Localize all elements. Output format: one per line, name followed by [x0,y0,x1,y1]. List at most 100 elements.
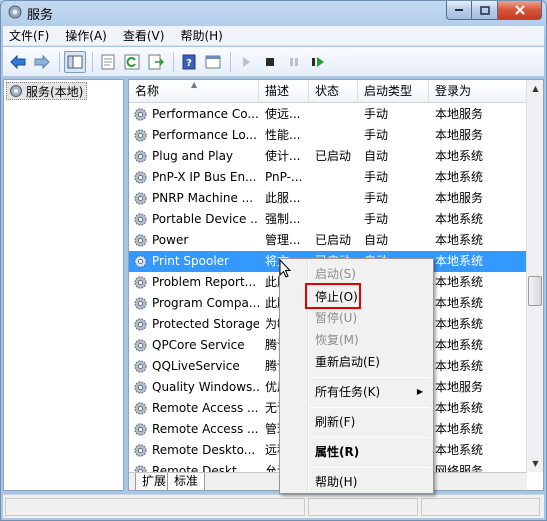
service-startup-type-cell: 手动 [364,212,389,226]
properties-button[interactable] [97,51,119,73]
service-name: Print Spooler [152,254,229,268]
service-name-cell: QQLiveService [129,356,259,377]
table-row[interactable]: Performance Co... 使远... 手动 本地服务 [129,104,527,125]
export-button[interactable] [145,51,167,73]
start-service-button[interactable] [235,51,257,73]
column-header-label: 描述 [265,84,290,98]
menu-item-resume[interactable]: 恢复(M) [282,329,431,351]
stop-highlight-box [305,283,361,309]
column-header-status[interactable]: 状态 [309,80,358,103]
service-name-cell: PNRP Machine ... [129,188,259,209]
service-name-cell: Plug and Play [129,146,259,167]
service-gear-icon [134,234,147,247]
scroll-thumb[interactable] [528,276,542,306]
minimize-icon [455,9,463,11]
menu-separator [310,377,430,378]
column-header-startup-type[interactable]: 启动类型 [358,80,429,103]
service-description-cell: 性能... [265,128,301,142]
service-name-cell: QPCore Service [129,335,259,356]
back-button[interactable] [7,51,29,73]
menu-item-start[interactable]: 启动(S) [282,263,431,285]
column-header-name[interactable]: ▲ 名称 [129,80,259,103]
service-description-cell: 管理... [265,233,301,247]
table-row[interactable]: PnP-X IP Bus En... PnP-... 手动 本地系统 [129,167,527,188]
tree-node-local-services[interactable]: 服务(本地) [6,82,88,100]
menu-separator [310,407,430,408]
service-startup-type-cell: 手动 [364,191,389,205]
service-status-cell [309,209,358,230]
service-name: Protected Storage [152,317,259,331]
tab-standard[interactable]: 标准 [167,473,206,490]
menu-help[interactable]: 帮助(H) [174,27,228,44]
service-log-on-as-cell: 本地系统 [435,422,484,436]
menu-item-refresh[interactable]: 刷新(F) [282,411,431,433]
service-gear-icon [134,192,147,205]
service-log-on-as-cell: 本地系统 [435,254,484,268]
service-log-on-as-cell: 本地系统 [435,233,484,247]
service-status-cell: 已启动 [315,149,352,163]
restart-service-button[interactable] [307,51,329,73]
service-name: Remote Access ... [152,401,259,415]
table-row[interactable]: Power 管理... 已启动 自动 本地系统 [129,230,527,251]
refresh-button[interactable] [121,51,143,73]
stop-service-button[interactable] [259,51,281,73]
service-log-on-as-cell: 本地系统 [435,359,484,373]
service-name-cell: Print Spooler [129,251,259,272]
service-gear-icon [134,339,147,352]
service-startup-type-cell: 手动 [364,170,389,184]
service-log-on-as-cell: 本地系统 [435,296,484,310]
service-name: PNRP Machine ... [152,191,254,205]
forward-button[interactable] [31,51,53,73]
scroll-down-button[interactable]: ▼ [527,455,543,472]
column-header-description[interactable]: 描述 [259,80,309,103]
service-description-cell: 使远... [265,107,301,121]
service-name-cell: Problem Report... [129,272,259,293]
service-gear-icon [134,444,147,457]
table-row[interactable]: Performance Lo... 性能... 手动 本地服务 [129,125,527,146]
table-row[interactable]: PNRP Machine ... 此服... 手动 本地服务 [129,188,527,209]
service-name: Performance Lo... [152,128,257,142]
help-button[interactable]: ? [178,51,200,73]
service-description-cell: 使计... [265,149,301,163]
service-name: Problem Report... [152,275,257,289]
service-status-cell: 已启动 [315,233,352,247]
menu-item-properties[interactable]: 属性(R) [282,441,431,463]
service-log-on-as-cell: 本地系统 [435,212,484,226]
pause-icon [290,57,298,66]
menu-item-help[interactable]: 帮助(H) [282,471,431,493]
service-name-cell: Remote Access ... [129,419,259,440]
service-startup-type-cell: 自动 [364,233,389,247]
console-button[interactable] [202,51,224,73]
service-name: QPCore Service [152,338,245,352]
pause-service-button[interactable] [283,51,305,73]
service-name: Remote Deskto... [152,443,256,457]
minimize-button[interactable] [446,1,472,20]
menu-view[interactable]: 查看(V) [117,27,171,44]
service-startup-type-cell: 手动 [364,107,389,121]
table-row[interactable]: Plug and Play 使计... 已启动 自动 本地系统 [129,146,527,167]
service-description-cell: 此服... [265,191,301,205]
menu-item-all-tasks[interactable]: 所有任务(K) ▶ [282,381,431,403]
service-log-on-as-cell: 本地系统 [435,170,484,184]
service-log-on-as-cell: 本地服务 [435,380,484,394]
service-gear-icon [134,129,147,142]
service-gear-icon [134,276,147,289]
service-name-cell: Performance Co... [129,104,259,125]
service-gear-icon [134,108,147,121]
table-row[interactable]: Portable Device ... 强制... 手动 本地系统 [129,209,527,230]
show-tree-button[interactable] [64,50,86,73]
close-button[interactable] [498,1,542,20]
forward-arrow-icon [34,54,50,69]
title-bar[interactable]: 服务 [1,1,546,25]
maximize-button[interactable] [472,1,498,20]
menu-item-restart[interactable]: 重新启动(E) [282,351,431,373]
service-name-cell: Quality Windows... [129,377,259,398]
scroll-up-button[interactable]: ▲ [527,80,543,97]
menu-item-pause[interactable]: 暂停(U) [282,307,431,329]
menu-action[interactable]: 操作(A) [59,27,113,44]
menu-file[interactable]: 文件(F) [3,27,55,44]
restart-icon [312,56,324,67]
column-header-log-on-as[interactable]: 登录为 [429,80,527,103]
service-status-cell [309,104,358,125]
vertical-scrollbar[interactable]: ▲ ▼ [526,80,543,472]
